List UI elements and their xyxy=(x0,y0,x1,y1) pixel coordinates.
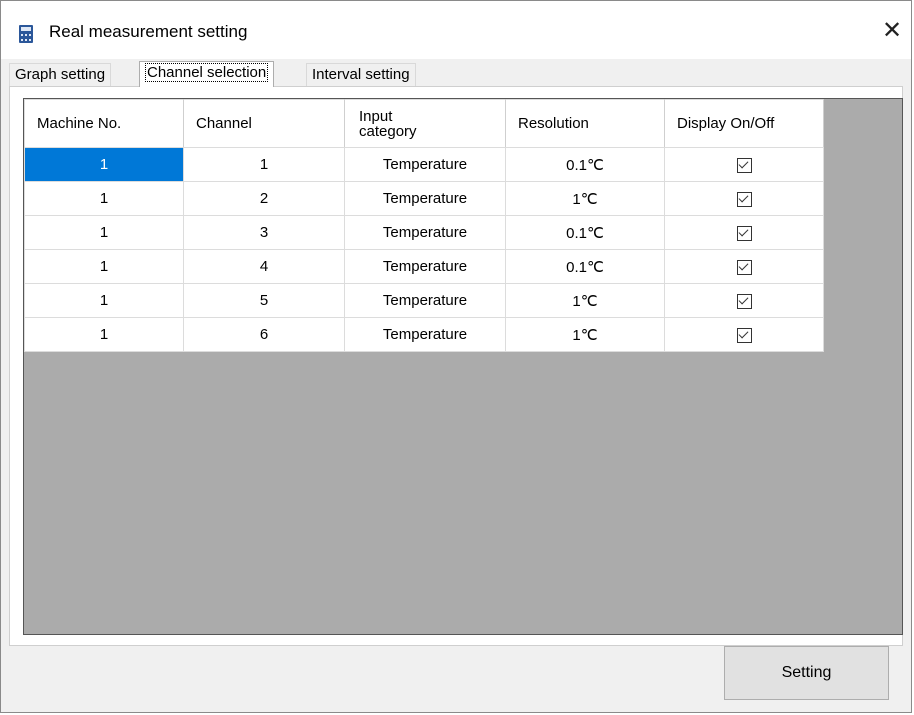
column-header-display[interactable]: Display On/Off xyxy=(664,99,824,148)
table-row[interactable]: 1 1 Temperature 0.1℃ xyxy=(24,147,824,182)
cell-channel[interactable]: 3 xyxy=(183,215,345,250)
cell-machine[interactable]: 1 xyxy=(24,181,184,216)
tab-strip: Graph setting Channel selection Interval… xyxy=(9,61,889,87)
cell-category[interactable]: Temperature xyxy=(344,317,506,352)
cell-resolution[interactable]: 1℃ xyxy=(505,181,665,216)
cell-resolution[interactable]: 0.1℃ xyxy=(505,215,665,250)
channel-grid[interactable]: Machine No. Channel Input category Resolu… xyxy=(23,98,903,635)
cell-display[interactable] xyxy=(664,317,824,352)
table-row[interactable]: 1 6 Temperature 1℃ xyxy=(24,317,824,352)
channel-selection-page: Machine No. Channel Input category Resolu… xyxy=(9,86,903,646)
cell-machine[interactable]: 1 xyxy=(24,147,184,182)
cell-category[interactable]: Temperature xyxy=(344,181,506,216)
tab-label: Graph setting xyxy=(15,66,106,83)
table-row[interactable]: 1 4 Temperature 0.1℃ xyxy=(24,249,824,284)
setting-button[interactable]: Setting xyxy=(724,646,889,700)
title-bar: Real measurement setting ✕ xyxy=(1,1,911,59)
cell-display[interactable] xyxy=(664,147,824,182)
table-row[interactable]: 1 3 Temperature 0.1℃ xyxy=(24,215,824,250)
cell-display[interactable] xyxy=(664,181,824,216)
checkbox-checked-icon[interactable] xyxy=(736,225,752,241)
cell-channel[interactable]: 2 xyxy=(183,181,345,216)
tab-interval-setting[interactable]: Interval setting xyxy=(306,63,416,86)
cell-machine[interactable]: 1 xyxy=(24,283,184,318)
cell-category[interactable]: Temperature xyxy=(344,215,506,250)
cell-channel[interactable]: 4 xyxy=(183,249,345,284)
column-header-machine-no[interactable]: Machine No. xyxy=(24,99,184,148)
header-row: Machine No. Channel Input category Resolu… xyxy=(24,99,824,148)
cell-resolution[interactable]: 0.1℃ xyxy=(505,147,665,182)
checkbox-checked-icon[interactable] xyxy=(736,327,752,343)
cell-display[interactable] xyxy=(664,215,824,250)
column-header-resolution[interactable]: Resolution xyxy=(505,99,665,148)
tab-label: Channel selection xyxy=(145,63,269,82)
checkbox-checked-icon[interactable] xyxy=(736,191,752,207)
table-row[interactable]: 1 5 Temperature 1℃ xyxy=(24,283,824,318)
cell-channel[interactable]: 1 xyxy=(183,147,345,182)
cell-category[interactable]: Temperature xyxy=(344,249,506,284)
column-header-input-category[interactable]: Input category xyxy=(344,99,506,148)
window-title: Real measurement setting xyxy=(49,22,248,41)
column-header-channel[interactable]: Channel xyxy=(183,99,345,148)
cell-channel[interactable]: 5 xyxy=(183,283,345,318)
cell-category[interactable]: Temperature xyxy=(344,283,506,318)
cell-machine[interactable]: 1 xyxy=(24,317,184,352)
checkbox-checked-icon[interactable] xyxy=(736,259,752,275)
cell-machine[interactable]: 1 xyxy=(24,215,184,250)
cell-resolution[interactable]: 1℃ xyxy=(505,317,665,352)
calculator-icon xyxy=(19,25,33,43)
cell-channel[interactable]: 6 xyxy=(183,317,345,352)
cell-display[interactable] xyxy=(664,249,824,284)
cell-machine[interactable]: 1 xyxy=(24,249,184,284)
cell-resolution[interactable]: 1℃ xyxy=(505,283,665,318)
checkbox-checked-icon[interactable] xyxy=(736,293,752,309)
cell-resolution[interactable]: 0.1℃ xyxy=(505,249,665,284)
tab-graph-setting[interactable]: Graph setting xyxy=(9,63,112,86)
checkbox-checked-icon[interactable] xyxy=(736,157,752,173)
tab-label: Interval setting xyxy=(312,66,410,83)
header-text: Input category xyxy=(359,107,417,140)
cell-category[interactable]: Temperature xyxy=(344,147,506,182)
tab-channel-selection[interactable]: Channel selection xyxy=(139,61,275,87)
cell-display[interactable] xyxy=(664,283,824,318)
close-icon[interactable]: ✕ xyxy=(877,15,907,45)
channel-table: Machine No. Channel Input category Resolu… xyxy=(24,99,824,352)
table-row[interactable]: 1 2 Temperature 1℃ xyxy=(24,181,824,216)
dialog-window: Real measurement setting ✕ Graph setting… xyxy=(0,0,912,713)
